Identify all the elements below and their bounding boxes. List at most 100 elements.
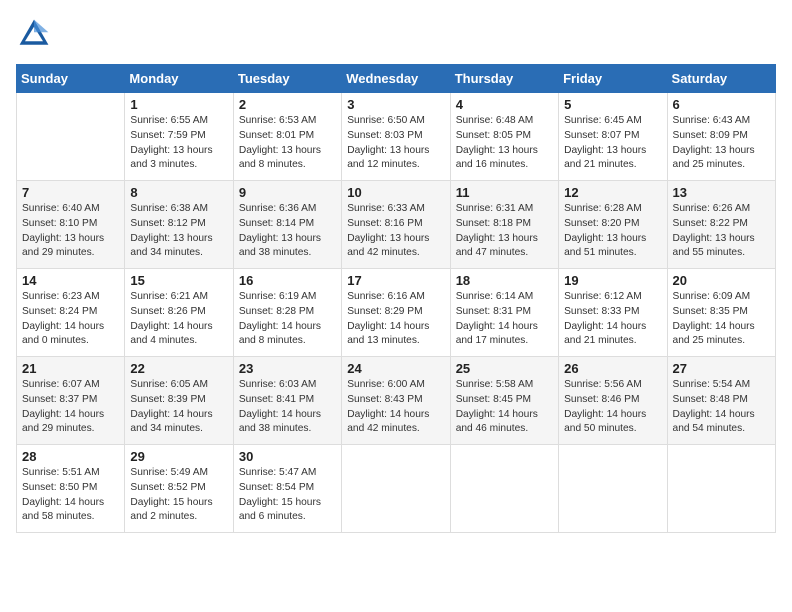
- day-info: Sunrise: 6:09 AM Sunset: 8:35 PM Dayligh…: [673, 290, 770, 349]
- calendar-cell: 16Sunrise: 6:19 AM Sunset: 8:28 PM Dayli…: [233, 269, 341, 357]
- calendar-cell: [342, 445, 450, 533]
- day-number: 26: [564, 361, 661, 376]
- calendar-cell: 10Sunrise: 6:33 AM Sunset: 8:16 PM Dayli…: [342, 181, 450, 269]
- day-number: 8: [130, 185, 227, 200]
- logo: [16, 16, 56, 52]
- calendar-cell: [17, 93, 125, 181]
- calendar-week-0: 1 Sunrise: 6:55 AM Sunset: 7:59 PM Daylig…: [17, 93, 776, 181]
- day-info: Sunrise: 5:51 AM Sunset: 8:50 PM Dayligh…: [22, 466, 119, 525]
- calendar-header-row: SundayMondayTuesdayWednesdayThursdayFrid…: [17, 65, 776, 93]
- header-cell-tuesday: Tuesday: [233, 65, 341, 93]
- calendar-cell: 7 Sunrise: 6:40 AM Sunset: 8:10 PM Daylig…: [17, 181, 125, 269]
- day-number: 20: [673, 273, 770, 288]
- day-info: Sunrise: 6:53 AM Sunset: 8:01 PM Dayligh…: [239, 114, 336, 173]
- day-info: Sunrise: 6:45 AM Sunset: 8:07 PM Dayligh…: [564, 114, 661, 173]
- calendar-cell: 26Sunrise: 5:56 AM Sunset: 8:46 PM Dayli…: [559, 357, 667, 445]
- calendar-cell: 15Sunrise: 6:21 AM Sunset: 8:26 PM Dayli…: [125, 269, 233, 357]
- calendar-cell: 24 Sunrise: 6:00 AM Sunset: 8:43 PM Dayli…: [342, 357, 450, 445]
- calendar-cell: [450, 445, 558, 533]
- day-info: Sunrise: 6:12 AM Sunset: 8:33 PM Dayligh…: [564, 290, 661, 349]
- calendar-cell: 21Sunrise: 6:07 AM Sunset: 8:37 PM Dayli…: [17, 357, 125, 445]
- day-info: Sunrise: 6:16 AM Sunset: 8:29 PM Dayligh…: [347, 290, 444, 349]
- day-info: Sunrise: 6:14 AM Sunset: 8:31 PM Dayligh…: [456, 290, 553, 349]
- day-number: 28: [22, 449, 119, 464]
- day-number: 30: [239, 449, 336, 464]
- header-cell-saturday: Saturday: [667, 65, 775, 93]
- calendar-week-1: 7 Sunrise: 6:40 AM Sunset: 8:10 PM Daylig…: [17, 181, 776, 269]
- day-info: Sunrise: 6:05 AM Sunset: 8:39 PM Dayligh…: [130, 378, 227, 437]
- day-number: 13: [673, 185, 770, 200]
- day-number: 22: [130, 361, 227, 376]
- day-number: 25: [456, 361, 553, 376]
- day-number: 4: [456, 97, 553, 112]
- day-info: Sunrise: 5:54 AM Sunset: 8:48 PM Dayligh…: [673, 378, 770, 437]
- calendar-week-2: 14 Sunrise: 6:23 AM Sunset: 8:24 PM Dayli…: [17, 269, 776, 357]
- day-number: 12: [564, 185, 661, 200]
- day-info: Sunrise: 6:26 AM Sunset: 8:22 PM Dayligh…: [673, 202, 770, 261]
- day-number: 18: [456, 273, 553, 288]
- calendar-cell: 22 Sunrise: 6:05 AM Sunset: 8:39 PM Dayli…: [125, 357, 233, 445]
- calendar-cell: 2 Sunrise: 6:53 AM Sunset: 8:01 PM Daylig…: [233, 93, 341, 181]
- calendar-cell: 28 Sunrise: 5:51 AM Sunset: 8:50 PM Dayli…: [17, 445, 125, 533]
- day-number: 2: [239, 97, 336, 112]
- day-info: Sunrise: 5:47 AM Sunset: 8:54 PM Dayligh…: [239, 466, 336, 525]
- day-info: Sunrise: 6:43 AM Sunset: 8:09 PM Dayligh…: [673, 114, 770, 173]
- calendar-cell: [667, 445, 775, 533]
- calendar-cell: 25 Sunrise: 5:58 AM Sunset: 8:45 PM Dayli…: [450, 357, 558, 445]
- day-info: Sunrise: 6:23 AM Sunset: 8:24 PM Dayligh…: [22, 290, 119, 349]
- day-info: Sunrise: 6:03 AM Sunset: 8:41 PM Dayligh…: [239, 378, 336, 437]
- day-info: Sunrise: 6:55 AM Sunset: 7:59 PM Dayligh…: [130, 114, 227, 173]
- day-number: 15: [130, 273, 227, 288]
- day-number: 16: [239, 273, 336, 288]
- header-cell-sunday: Sunday: [17, 65, 125, 93]
- day-number: 14: [22, 273, 119, 288]
- day-info: Sunrise: 6:31 AM Sunset: 8:18 PM Dayligh…: [456, 202, 553, 261]
- day-info: Sunrise: 5:58 AM Sunset: 8:45 PM Dayligh…: [456, 378, 553, 437]
- day-info: Sunrise: 6:38 AM Sunset: 8:12 PM Dayligh…: [130, 202, 227, 261]
- calendar-table: SundayMondayTuesdayWednesdayThursdayFrid…: [16, 64, 776, 533]
- header-cell-friday: Friday: [559, 65, 667, 93]
- day-info: Sunrise: 5:49 AM Sunset: 8:52 PM Dayligh…: [130, 466, 227, 525]
- main-container: SundayMondayTuesdayWednesdayThursdayFrid…: [0, 0, 792, 549]
- calendar-cell: 9 Sunrise: 6:36 AM Sunset: 8:14 PM Daylig…: [233, 181, 341, 269]
- calendar-cell: 8 Sunrise: 6:38 AM Sunset: 8:12 PM Daylig…: [125, 181, 233, 269]
- calendar-cell: 11 Sunrise: 6:31 AM Sunset: 8:18 PM Dayli…: [450, 181, 558, 269]
- header-cell-wednesday: Wednesday: [342, 65, 450, 93]
- day-number: 11: [456, 185, 553, 200]
- day-number: 1: [130, 97, 227, 112]
- day-info: Sunrise: 6:00 AM Sunset: 8:43 PM Dayligh…: [347, 378, 444, 437]
- day-number: 19: [564, 273, 661, 288]
- day-number: 24: [347, 361, 444, 376]
- day-info: Sunrise: 6:50 AM Sunset: 8:03 PM Dayligh…: [347, 114, 444, 173]
- calendar-cell: 13 Sunrise: 6:26 AM Sunset: 8:22 PM Dayli…: [667, 181, 775, 269]
- calendar-cell: 6 Sunrise: 6:43 AM Sunset: 8:09 PM Daylig…: [667, 93, 775, 181]
- day-number: 3: [347, 97, 444, 112]
- calendar-cell: 29Sunrise: 5:49 AM Sunset: 8:52 PM Dayli…: [125, 445, 233, 533]
- day-number: 9: [239, 185, 336, 200]
- calendar-cell: 14 Sunrise: 6:23 AM Sunset: 8:24 PM Dayli…: [17, 269, 125, 357]
- calendar-cell: 30 Sunrise: 5:47 AM Sunset: 8:54 PM Dayli…: [233, 445, 341, 533]
- day-number: 6: [673, 97, 770, 112]
- day-number: 21: [22, 361, 119, 376]
- calendar-cell: 27 Sunrise: 5:54 AM Sunset: 8:48 PM Dayli…: [667, 357, 775, 445]
- day-number: 7: [22, 185, 119, 200]
- calendar-cell: 23Sunrise: 6:03 AM Sunset: 8:41 PM Dayli…: [233, 357, 341, 445]
- day-info: Sunrise: 6:36 AM Sunset: 8:14 PM Dayligh…: [239, 202, 336, 261]
- calendar-cell: [559, 445, 667, 533]
- calendar-cell: 12Sunrise: 6:28 AM Sunset: 8:20 PM Dayli…: [559, 181, 667, 269]
- calendar-cell: 4 Sunrise: 6:48 AM Sunset: 8:05 PM Daylig…: [450, 93, 558, 181]
- logo-icon: [16, 16, 52, 52]
- header-cell-thursday: Thursday: [450, 65, 558, 93]
- calendar-cell: 1 Sunrise: 6:55 AM Sunset: 7:59 PM Daylig…: [125, 93, 233, 181]
- calendar-cell: 20 Sunrise: 6:09 AM Sunset: 8:35 PM Dayli…: [667, 269, 775, 357]
- calendar-cell: 18 Sunrise: 6:14 AM Sunset: 8:31 PM Dayli…: [450, 269, 558, 357]
- day-number: 5: [564, 97, 661, 112]
- day-number: 17: [347, 273, 444, 288]
- calendar-cell: 17 Sunrise: 6:16 AM Sunset: 8:29 PM Dayli…: [342, 269, 450, 357]
- day-number: 27: [673, 361, 770, 376]
- header-cell-monday: Monday: [125, 65, 233, 93]
- day-number: 10: [347, 185, 444, 200]
- calendar-cell: 3 Sunrise: 6:50 AM Sunset: 8:03 PM Daylig…: [342, 93, 450, 181]
- day-info: Sunrise: 6:48 AM Sunset: 8:05 PM Dayligh…: [456, 114, 553, 173]
- day-info: Sunrise: 6:40 AM Sunset: 8:10 PM Dayligh…: [22, 202, 119, 261]
